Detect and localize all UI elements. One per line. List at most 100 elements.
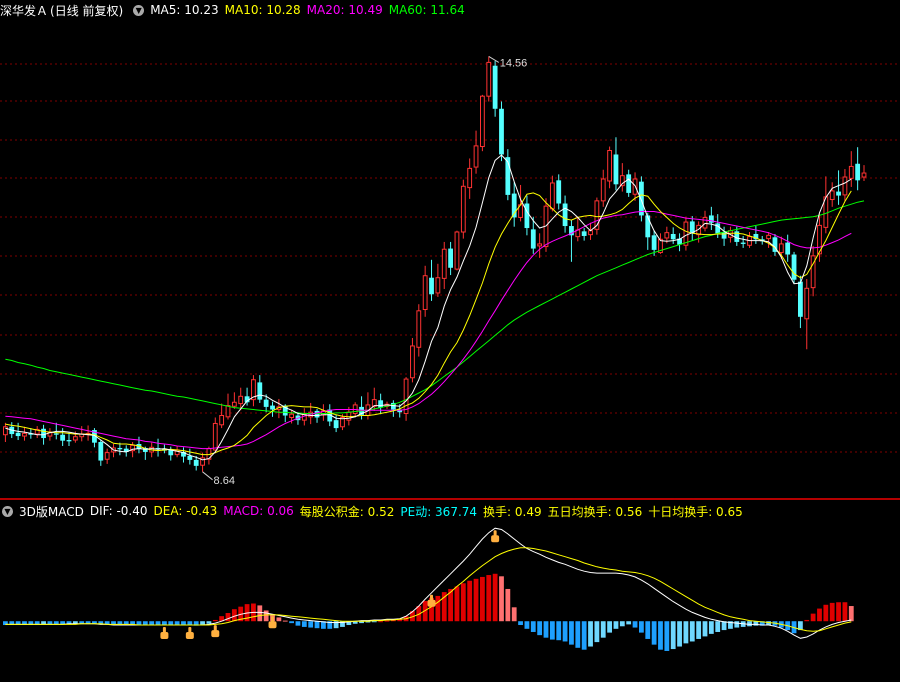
candle xyxy=(613,137,619,191)
candle xyxy=(511,182,517,227)
macd-bar xyxy=(142,621,148,626)
macd-bar xyxy=(473,578,479,622)
candle xyxy=(85,425,91,441)
chevron-down-icon[interactable]: ▼ xyxy=(2,505,13,517)
macd-bar xyxy=(823,604,829,622)
candlestick-series xyxy=(3,56,867,472)
macd-bar xyxy=(174,621,180,626)
candle xyxy=(804,279,810,350)
candle xyxy=(581,228,587,241)
candle xyxy=(454,230,460,271)
candle xyxy=(200,452,205,472)
macd-bar xyxy=(480,576,485,622)
candle xyxy=(321,404,326,421)
candle xyxy=(702,210,708,232)
macd-bar xyxy=(817,608,822,622)
candle xyxy=(708,206,714,231)
candle xyxy=(231,392,237,409)
candle xyxy=(829,182,835,207)
candle xyxy=(460,179,466,239)
macd-bar xyxy=(689,621,695,642)
candle xyxy=(600,169,606,207)
macd-bar xyxy=(308,621,314,628)
candle xyxy=(448,241,453,276)
macd-bar xyxy=(575,621,581,648)
hand-pointer-icon xyxy=(185,627,194,640)
candle xyxy=(569,220,574,262)
macd-bar xyxy=(295,621,301,626)
candle xyxy=(429,259,434,301)
macd-bar xyxy=(524,621,530,629)
candle xyxy=(619,163,625,192)
candle xyxy=(473,130,479,174)
candle xyxy=(689,216,695,241)
dea-label: DEA: -0.43 xyxy=(153,504,218,518)
hand-pointer-icon xyxy=(211,625,220,638)
macd-bar xyxy=(155,621,161,626)
candle xyxy=(740,235,746,248)
candle xyxy=(390,400,396,417)
macd-bar xyxy=(206,621,212,624)
candle xyxy=(187,448,193,465)
candle xyxy=(441,241,447,289)
candle xyxy=(92,428,97,448)
candle xyxy=(410,338,415,383)
candle xyxy=(855,147,861,191)
macd-histogram xyxy=(3,573,854,651)
stock-name: 深华发Ａ xyxy=(0,3,49,18)
macd-bar xyxy=(314,621,320,629)
indicator-legend: ▼ 3D版MACD DIF: -0.40 DEA: -0.43 MACD: 0.… xyxy=(0,501,749,521)
macd-bar xyxy=(645,621,651,639)
macd-bar xyxy=(569,621,574,645)
candle xyxy=(155,438,161,457)
candle xyxy=(677,233,682,252)
candle xyxy=(371,387,377,411)
ma60-label: MA60: 11.64 xyxy=(388,3,465,17)
macd-bar xyxy=(613,621,619,629)
macd-bar xyxy=(263,610,269,622)
candle xyxy=(753,226,759,244)
candle xyxy=(34,426,40,439)
candle xyxy=(499,101,504,162)
candle xyxy=(60,428,66,446)
macd-bar xyxy=(708,621,714,634)
candle xyxy=(219,403,225,429)
macd-bar xyxy=(632,621,638,628)
candle xyxy=(810,245,816,297)
macd-bar xyxy=(168,621,174,626)
turnover-label: 换手: 0.49 xyxy=(483,504,542,519)
hand-pointer-icon xyxy=(160,627,169,640)
candle xyxy=(181,447,186,463)
macd-bar xyxy=(562,621,568,642)
macd-bar xyxy=(454,586,460,622)
candle xyxy=(836,170,841,205)
candle xyxy=(785,234,791,262)
candle xyxy=(562,195,568,233)
macd-bar xyxy=(810,613,816,622)
candle xyxy=(588,222,593,240)
chevron-down-icon[interactable]: ▼ xyxy=(133,4,145,16)
macd-bar xyxy=(257,605,263,622)
macd-bar xyxy=(664,621,670,651)
macd-bar xyxy=(842,602,848,622)
indicator-name[interactable]: 3D版MACD xyxy=(19,503,84,520)
candle xyxy=(3,422,8,443)
macd-bar xyxy=(549,621,555,640)
macd-bar xyxy=(683,621,689,644)
macd-bar xyxy=(282,620,288,622)
macd-bar xyxy=(162,621,167,626)
stock-chart[interactable]: 14.56 8.64 xyxy=(0,0,900,682)
turnover5-label: 五日均换手: 0.56 xyxy=(547,504,643,519)
macd-bar xyxy=(848,606,854,622)
macd-bar xyxy=(435,595,441,622)
macd-bar xyxy=(537,621,543,636)
macd-bar xyxy=(384,620,390,622)
macd-bar xyxy=(149,621,155,626)
macd-bar xyxy=(225,613,231,622)
macd-bar xyxy=(556,621,562,641)
candle xyxy=(270,401,275,417)
macd-bar xyxy=(658,621,663,650)
candle xyxy=(257,375,263,403)
price-annotations: 14.56 8.64 xyxy=(202,56,527,487)
candle xyxy=(861,165,867,181)
